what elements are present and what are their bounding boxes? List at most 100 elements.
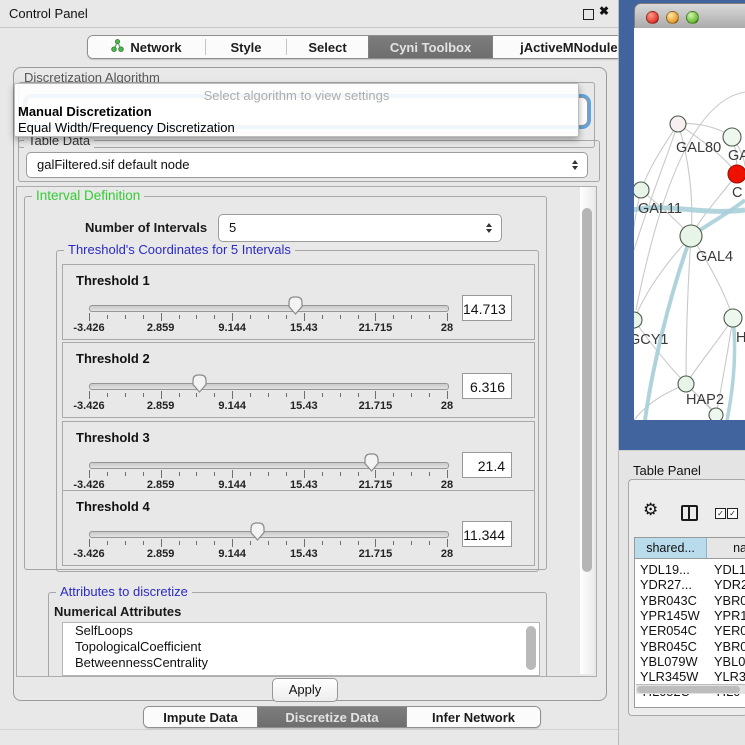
slider-thumb[interactable] [249,521,266,542]
slider-tick [250,393,251,397]
column-header-shared-name[interactable]: shared... [635,538,707,559]
cell-shared-name: YER054C [640,623,697,638]
spinner-arrows-icon [486,223,492,233]
slider-thumb[interactable] [191,373,208,394]
tab-network-label: Network [130,40,181,55]
threshold-value-field[interactable]: 11.344 [462,521,512,547]
slider-tick [304,539,305,547]
slider-tick [304,391,305,399]
slider-track[interactable] [89,305,449,312]
numerical-attributes-list[interactable]: SelfLoopsTopologicalCoefficientBetweenne… [62,622,540,676]
cell-shared-name: YLR345W [640,669,698,684]
network-canvas[interactable]: GAL80GACGAL11GAL4GCY1HHAP2 [618,0,745,450]
svg-text:C: C [732,185,742,201]
split-columns-icon[interactable] [681,505,698,521]
slider-track[interactable] [89,531,449,538]
tab-impute-data[interactable]: Impute Data [144,707,257,727]
slider-tick [250,472,251,476]
svg-text:HAP2: HAP2 [686,392,724,408]
option-manual-discretization[interactable]: Manual Discretization [18,104,152,119]
slider-tick-label: 15.43 [274,400,334,412]
bottom-tabbar: Impute Data Discretize Data Infer Networ… [143,706,541,728]
slider-tick [161,539,162,547]
slider-tick [375,391,376,399]
horizontal-scrollbar-track[interactable] [636,684,745,694]
slider-thumb[interactable] [363,452,380,473]
threshold-label: Threshold 3 [76,430,150,445]
slider-tick [179,541,180,545]
select-columns-checkbox-icon[interactable]: ✓ [727,508,738,519]
cell-name: YDR2 [714,577,745,592]
cell-name: YBR0 [714,639,745,654]
threshold-value-field[interactable]: 21.4 [462,452,512,478]
float-window-icon[interactable] [583,9,594,20]
slider-tick [393,541,394,545]
tab-infer-network[interactable]: Infer Network [407,707,540,727]
cell-name: YBR0 [714,593,745,608]
numerical-attributes-label: Numerical Attributes [54,604,181,619]
slider-tick-label: 28 [417,548,477,560]
slider-tick-label: 9.144 [202,322,262,334]
tab-discretize-data[interactable]: Discretize Data [257,707,407,727]
slider-tick [143,393,144,397]
slider-tick [214,472,215,476]
slider-tick-label: 28 [417,322,477,334]
slider-tick [161,470,162,478]
table-data-combobox[interactable]: galFiltered.sif default node [26,152,588,178]
slider-tick [89,470,90,478]
slider-tick [179,393,180,397]
table-row[interactable]: YDR27...YDR2 [635,577,745,592]
select-columns-checkbox-icon[interactable]: ✓ [715,508,726,519]
threshold-value-field[interactable]: 14.713 [462,295,512,321]
close-icon[interactable]: ✖ [599,4,609,18]
table-row[interactable]: YBL079W YBL0 [635,654,745,669]
slider-tick [340,472,341,476]
slider-track[interactable] [89,462,449,469]
table-row[interactable]: YLR345W YLR3 [635,669,745,684]
tab-select[interactable]: Select [287,36,368,58]
slider-tick [447,470,448,478]
slider-tick [232,539,233,547]
threshold-value-field[interactable]: 6.316 [462,373,512,399]
cell-name: YBL0 [714,654,745,669]
slider-tick [179,315,180,319]
horizontal-scrollbar-thumb[interactable] [637,686,740,693]
slider-tick [447,313,448,321]
column-header-name[interactable]: na [707,538,745,559]
slider-tick-label: 15.43 [274,322,334,334]
cell-shared-name: YBL079W [640,654,698,669]
slider-tick [143,472,144,476]
slider-tick-label: -3.426 [59,322,119,334]
table-row[interactable]: YER054CYER0 [635,623,745,638]
svg-text:GCY1: GCY1 [629,332,669,348]
table-row[interactable]: YPR145WYPR1 [635,608,745,623]
svg-text:GAL4: GAL4 [696,249,733,265]
slider-tick [143,315,144,319]
tab-style[interactable]: Style [206,36,286,58]
slider-tick [429,541,430,545]
slider-tick [393,315,394,319]
combo-arrows-icon [572,160,578,170]
num-intervals-spinner[interactable]: 5 [218,214,502,242]
slider-track[interactable] [89,383,449,390]
table-row[interactable]: YBR043CYBR0 [635,593,745,608]
tab-cyni-toolbox[interactable]: Cyni Toolbox [368,36,493,58]
attribute-list-item[interactable]: TopologicalCoefficient [63,639,539,655]
slider-tick [196,315,197,319]
table-row[interactable]: YDL19...YDL1 [635,562,745,577]
option-equal-width-frequency[interactable]: Equal Width/Frequency Discretization [18,120,235,135]
slider-tick [232,470,233,478]
num-intervals-value: 5 [229,220,236,235]
slider-thumb[interactable] [287,295,304,316]
apply-button[interactable]: Apply [272,678,338,702]
attribute-list-item[interactable]: BetweennessCentrality [63,655,539,671]
list-scrollbar-thumb[interactable] [526,626,536,670]
cell-name: YLR3 [714,669,745,684]
tab-network[interactable]: Network [88,36,205,58]
attribute-list-item[interactable]: SelfLoops [63,623,539,639]
table-row[interactable]: YBR045CYBR0 [635,639,745,654]
slider-tick [429,472,430,476]
gear-icon[interactable]: ⚙ [643,501,658,518]
vertical-scrollbar-thumb[interactable] [582,208,592,572]
slider-tick [214,541,215,545]
